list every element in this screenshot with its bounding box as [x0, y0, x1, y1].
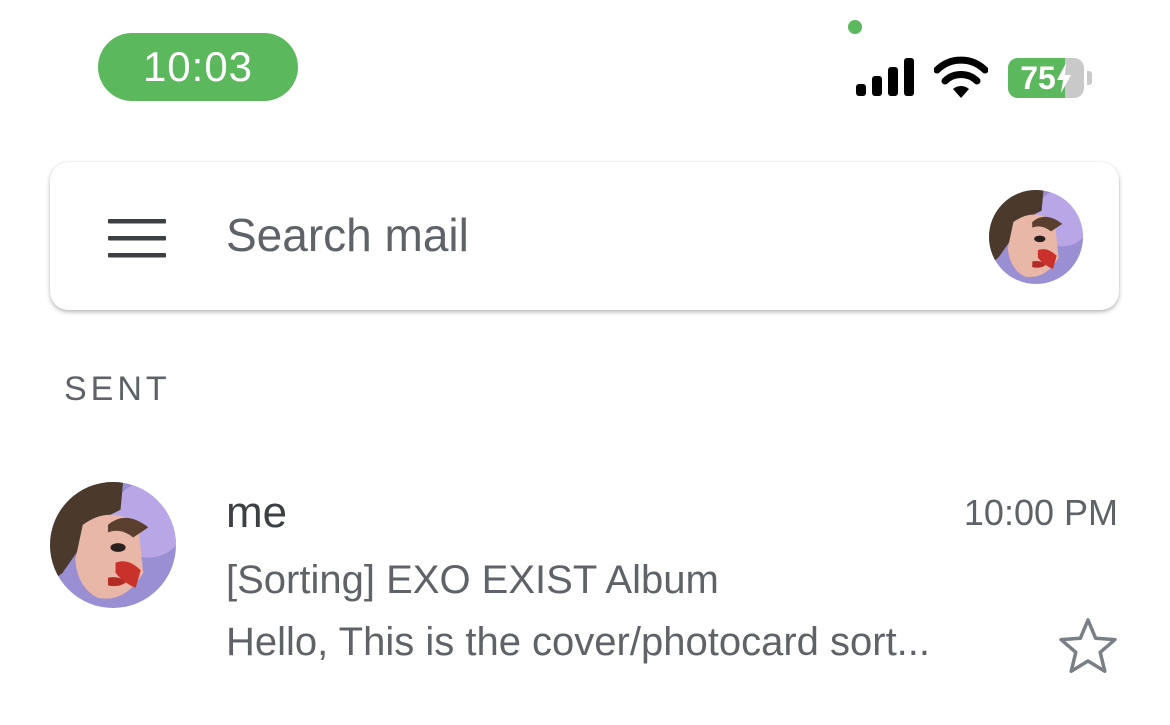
mail-subject: [Sorting] EXO EXIST Album: [226, 558, 719, 602]
section-label-sent: SENT: [64, 370, 171, 408]
mail-snippet: Hello, This is the cover/photocard sort.…: [226, 620, 931, 664]
privacy-indicator-dot: [848, 20, 862, 34]
battery-body: 75: [1008, 58, 1084, 98]
signal-icon: [856, 58, 914, 96]
search-bar: [50, 162, 1119, 310]
battery-level-label: 75: [1020, 59, 1056, 96]
battery-indicator: 75: [1008, 58, 1092, 98]
battery-cap: [1087, 71, 1092, 85]
mail-time: 10:00 PM: [963, 492, 1118, 533]
account-avatar[interactable]: [989, 190, 1083, 284]
search-input[interactable]: [226, 202, 926, 268]
status-time[interactable]: 10:03: [98, 33, 298, 101]
battery-charging-icon: [1056, 63, 1071, 93]
mail-list-item[interactable]: me 10:00 PM [Sorting] EXO EXIST Album He…: [0, 470, 1170, 690]
star-icon[interactable]: [1056, 616, 1120, 678]
account-avatar-image: [989, 190, 1083, 284]
sender-avatar-image: [50, 482, 176, 608]
battery-level: 75: [1008, 58, 1084, 98]
wifi-icon: [934, 56, 988, 98]
mail-sender: me: [226, 488, 288, 537]
status-bar: 10:03 75: [0, 0, 1170, 130]
sender-avatar[interactable]: [50, 482, 176, 608]
gmail-screen: 10:03 75 Search mail SENT me 10:00 PM [S…: [0, 0, 1170, 725]
menu-icon[interactable]: [108, 219, 168, 259]
